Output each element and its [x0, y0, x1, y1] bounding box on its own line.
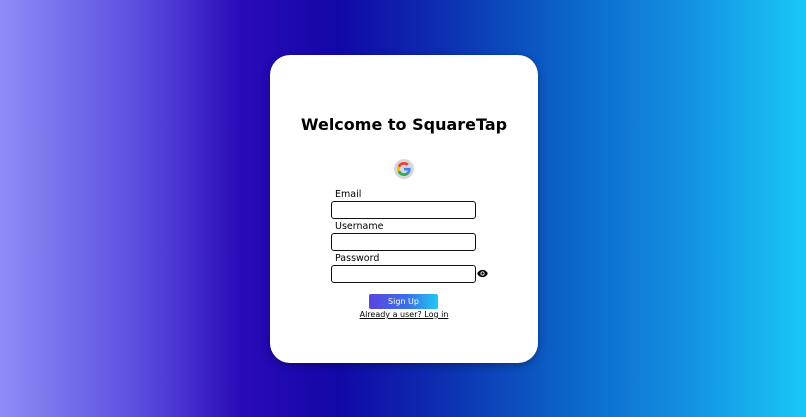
email-label: Email	[335, 189, 362, 200]
eye-icon[interactable]	[477, 269, 488, 278]
username-label: Username	[335, 221, 384, 232]
sign-up-button[interactable]: Sign Up	[369, 294, 438, 309]
password-label: Password	[335, 253, 380, 264]
google-signin-button[interactable]	[394, 159, 414, 179]
signup-card: Welcome to SquareTap Email Username Pass…	[270, 55, 538, 363]
password-field[interactable]	[331, 265, 476, 283]
email-field[interactable]	[331, 201, 476, 219]
google-logo-icon	[397, 162, 411, 176]
username-field[interactable]	[331, 233, 476, 251]
page-title: Welcome to SquareTap	[300, 115, 508, 134]
login-link[interactable]: Already a user? Log in	[270, 310, 538, 319]
